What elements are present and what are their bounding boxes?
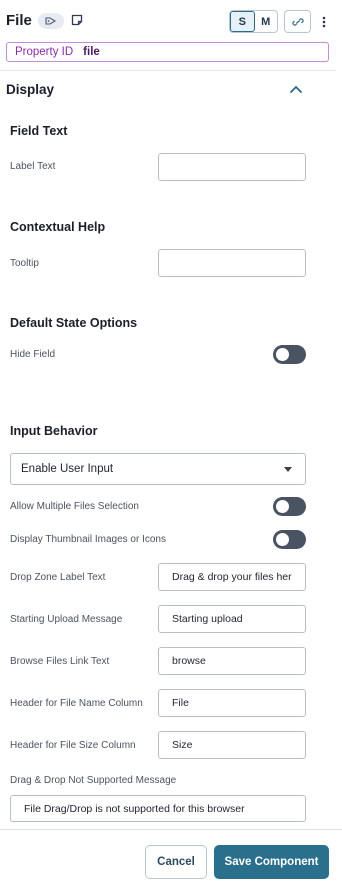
- file-name-column-input[interactable]: [158, 689, 306, 717]
- file-size-column-label: Header for File Size Column: [10, 740, 136, 751]
- browse-link-input[interactable]: [158, 647, 306, 675]
- display-thumbnails-toggle[interactable]: [273, 530, 306, 549]
- toggle-knob: [276, 348, 289, 361]
- label-text-input[interactable]: [158, 153, 306, 181]
- display-section-title: Display: [6, 82, 55, 97]
- display-section-header[interactable]: Display: [6, 80, 306, 100]
- default-state-heading: Default State Options: [10, 316, 138, 330]
- dnd-not-supported-label: Drag & Drop Not Supported Message: [10, 775, 177, 786]
- toggle-knob: [276, 533, 289, 546]
- tooltip-label: Tooltip: [10, 258, 39, 269]
- label-text-label: Label Text: [10, 161, 56, 172]
- file-size-column-input[interactable]: [158, 731, 306, 759]
- cancel-button[interactable]: Cancel: [145, 845, 207, 879]
- input-mode-value: Enable User Input: [21, 463, 114, 475]
- scrollbar[interactable]: [336, 70, 342, 828]
- size-toggle-group: S M: [229, 10, 278, 33]
- note-button[interactable]: [70, 13, 84, 27]
- tooltip-input[interactable]: [158, 249, 306, 277]
- link-button[interactable]: [284, 10, 311, 33]
- drop-zone-label-label: Drop Zone Label Text: [10, 572, 106, 583]
- contextual-help-heading: Contextual Help: [10, 220, 106, 234]
- drop-zone-label-input[interactable]: [158, 563, 306, 591]
- tag-button[interactable]: [38, 13, 64, 29]
- panel-header: File S M: [0, 0, 342, 42]
- display-thumbnails-label: Display Thumbnail Images or Icons: [10, 534, 166, 545]
- note-icon: [71, 14, 83, 26]
- field-text-heading: Field Text: [10, 124, 68, 138]
- size-s-button[interactable]: S: [230, 11, 255, 32]
- file-name-column-label: Header for File Name Column: [10, 698, 143, 709]
- link-icon: [291, 17, 304, 26]
- property-id-label: Property ID: [15, 46, 74, 58]
- hide-field-toggle[interactable]: [273, 345, 306, 364]
- tag-icon: [45, 17, 57, 25]
- chevron-up-icon[interactable]: [289, 83, 303, 95]
- dnd-not-supported-input[interactable]: [10, 795, 306, 822]
- save-component-button[interactable]: Save Component: [214, 845, 329, 879]
- starting-upload-input[interactable]: [158, 605, 306, 633]
- allow-multiple-label: Allow Multiple Files Selection: [10, 501, 139, 512]
- hide-field-label: Hide Field: [10, 349, 56, 360]
- starting-upload-label: Starting Upload Message: [10, 614, 123, 625]
- caret-down-icon: [284, 467, 292, 472]
- browse-link-label: Browse Files Link Text: [10, 656, 110, 667]
- size-m-button[interactable]: M: [255, 11, 278, 32]
- vertical-dots-icon: [322, 16, 326, 28]
- input-mode-select[interactable]: Enable User Input: [10, 453, 306, 485]
- property-id-field[interactable]: Property ID file: [6, 42, 329, 62]
- input-behavior-heading: Input Behavior: [10, 424, 98, 438]
- more-options-button[interactable]: [318, 12, 330, 32]
- allow-multiple-toggle[interactable]: [273, 497, 306, 516]
- footer-divider: [0, 829, 342, 830]
- toggle-knob: [276, 500, 289, 513]
- property-id-value: file: [83, 46, 100, 58]
- section-divider: [0, 70, 342, 71]
- component-title: File: [6, 12, 32, 29]
